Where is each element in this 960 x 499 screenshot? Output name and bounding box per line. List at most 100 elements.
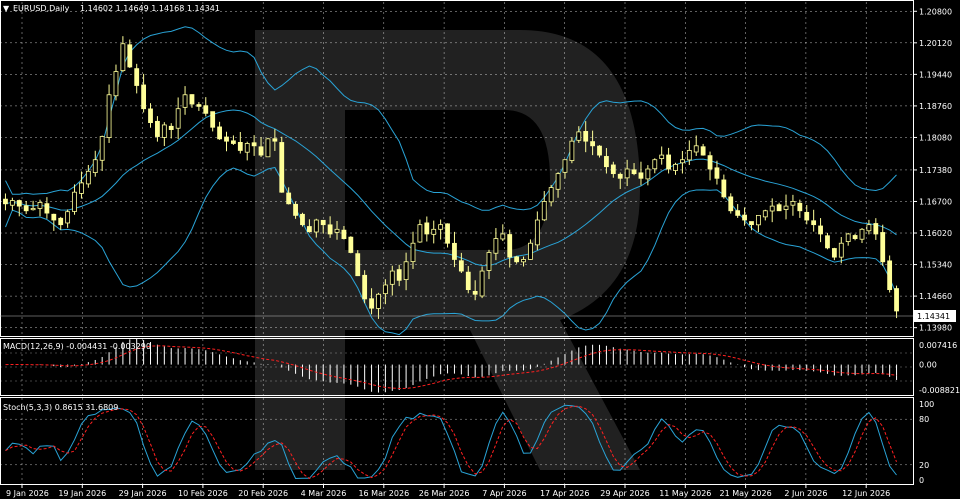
candle-body (880, 232, 886, 263)
candle-body (638, 172, 644, 179)
candle-body (341, 229, 347, 239)
candle-body (106, 94, 112, 138)
current-price-label: 1.14341 (917, 312, 950, 321)
time-tick-label: 16 Mar 2026 (358, 489, 409, 498)
candle-body (790, 201, 796, 206)
candle-body (148, 108, 153, 124)
candle-body (30, 208, 36, 211)
candle-body (85, 170, 91, 185)
candle-body (196, 104, 202, 107)
candle-body (590, 141, 596, 147)
candle-body (831, 248, 837, 258)
time-tick-label: 20 Feb 2026 (238, 489, 288, 498)
candle-body (438, 224, 444, 230)
candle-body (113, 71, 119, 97)
time-tick-label: 7 Apr 2026 (482, 489, 526, 498)
candle-body (693, 145, 699, 153)
candle-body (410, 242, 416, 263)
candle-body (203, 105, 209, 114)
candle-body (376, 293, 381, 309)
candle-body (99, 136, 105, 161)
candle-body (251, 142, 257, 147)
broker-logo-watermark (255, 30, 640, 470)
candle-body (348, 236, 354, 253)
candle-body (224, 136, 229, 142)
candle-body (576, 131, 582, 141)
candle-body (686, 150, 692, 161)
price-tick-label: 1.20120 (919, 39, 952, 48)
candle-body (452, 242, 457, 260)
stoch-tick-label: 20 (919, 461, 929, 470)
candle-body (507, 234, 513, 258)
candle-body (65, 211, 71, 224)
dropdown-arrow-icon[interactable]: ▼ (3, 4, 10, 13)
candle-body (286, 192, 292, 205)
stoch-main-line (5, 404, 897, 480)
candle-body (597, 145, 602, 156)
price-tick-label: 1.18760 (919, 102, 952, 111)
candle-body (479, 270, 485, 297)
candle-body (141, 84, 147, 110)
candle-body (500, 233, 506, 240)
candle-body (92, 159, 98, 174)
candle-body (700, 146, 706, 156)
candle-body (465, 271, 471, 291)
candle-body (306, 226, 312, 233)
time-tick-label: 26 Mar 2026 (419, 489, 470, 498)
candle-body (652, 159, 658, 170)
price-tick-label: 1.17380 (919, 166, 952, 175)
macd-label: MACD(12,26,9) -0.004431 -0.003290 (3, 342, 151, 351)
stochastic-indicator (5, 404, 897, 480)
candle-body (424, 222, 430, 235)
candle-body (749, 221, 754, 226)
candle-body (334, 228, 340, 233)
time-tick-label: 11 May 2026 (659, 489, 711, 498)
candle-body (244, 143, 250, 153)
candle-body (127, 44, 133, 68)
candle-body (894, 288, 899, 312)
candle-body (873, 223, 879, 235)
candle-body (51, 213, 57, 221)
time-tick-label: 29 Jan 2026 (119, 489, 167, 498)
candle-body (624, 168, 630, 179)
candle-body (189, 94, 195, 105)
candle-body (555, 173, 561, 190)
candle-body (44, 203, 50, 214)
stoch-panel-frame (0, 397, 914, 485)
candle-body (231, 140, 236, 144)
time-tick-label: 17 Apr 2026 (540, 489, 589, 498)
candle-body (825, 235, 830, 249)
candle-body (852, 235, 858, 239)
candle-body (396, 269, 402, 281)
macd-tick-label: 0.007416 (919, 341, 957, 350)
time-tick-label: 2 Jun 2026 (784, 489, 827, 498)
candle-body (811, 220, 817, 226)
candle-body (210, 111, 216, 128)
candle-body (659, 154, 665, 159)
candle-body (673, 163, 678, 171)
candle-body (3, 198, 8, 205)
candle-body (887, 260, 893, 291)
candle-body (313, 219, 319, 233)
stoch-label: Stoch(5,3,3) 0.8615 31.6809 (3, 403, 118, 412)
stoch-tick-label: 100 (919, 400, 934, 409)
bb-middle-line (5, 109, 897, 267)
candle-body (161, 124, 167, 138)
candle-body (548, 187, 554, 203)
candle-body (431, 228, 437, 235)
candle-body (382, 284, 388, 295)
time-tick-label: 29 Apr 2026 (600, 489, 649, 498)
candle-body (569, 140, 575, 161)
time-tick-label: 10 Feb 2026 (178, 489, 228, 498)
candle-body (521, 259, 526, 263)
trading-chart[interactable]: 1.14341 ▼ EURUSD,Daily 1.14602 1.14649 1… (0, 0, 960, 499)
candle-body (237, 141, 243, 151)
symbol-label: EURUSD,Daily (13, 4, 70, 13)
candle-body (818, 225, 823, 235)
price-axis: 1.20800 1.20120 1.19440 1.18760 1.18080 1.173… (913, 7, 952, 333)
candle-body (845, 233, 851, 242)
candle-body (16, 200, 22, 207)
candle-body (79, 182, 84, 194)
candle-body (728, 196, 734, 212)
time-tick-label: 12 Jun 2026 (842, 489, 890, 498)
